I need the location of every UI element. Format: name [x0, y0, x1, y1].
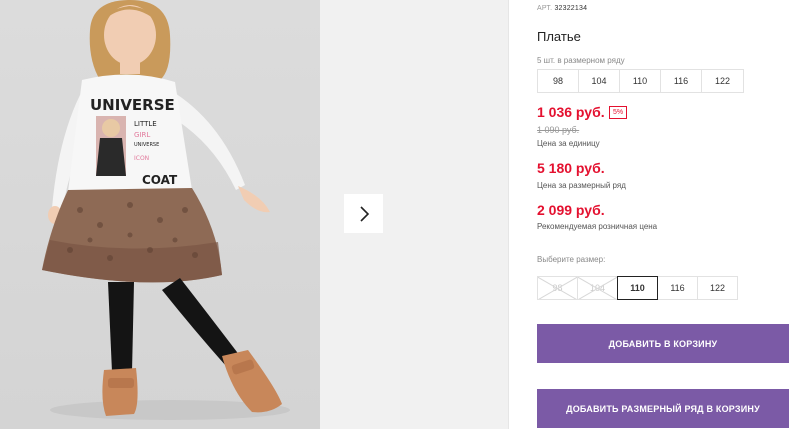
size-option-116[interactable]: 116: [657, 276, 698, 300]
discount-badge: 5%: [609, 106, 628, 119]
print-text-coat: COAT: [142, 173, 178, 187]
article-label: АРТ.: [537, 5, 553, 12]
retail-price: 2 099 руб.: [537, 202, 605, 218]
article-value: 32322134: [554, 5, 588, 12]
unit-price-label: Цена за единицу: [537, 139, 600, 148]
girl-in-dress-illustration: UNIVERSE LITTLE GIRL UNIVERSE ICON COAT: [42, 0, 290, 420]
choose-size-label: Выберите размер:: [537, 255, 606, 264]
print-text-icon: ICON: [134, 155, 149, 162]
size-row-grid: 98 104 110 116 122: [537, 69, 744, 93]
size-option-122[interactable]: 122: [697, 276, 738, 300]
add-size-row-to-cart-button[interactable]: ДОБАВИТЬ РАЗМЕРНЫЙ РЯД В КОРЗИНУ: [537, 389, 789, 428]
size-row-cell: 104: [579, 70, 620, 92]
size-row-note: 5 шт. в размерном ряду: [537, 56, 625, 65]
row-price: 5 180 руб.: [537, 160, 605, 176]
size-option-110[interactable]: 110: [617, 276, 658, 300]
product-info-panel: АРТ. 32322134 Платье 5 шт. в размерном р…: [537, 0, 792, 429]
size-option-104: 104: [577, 276, 618, 300]
size-row-cell: 116: [661, 70, 702, 92]
size-row-cell: 110: [620, 70, 661, 92]
gallery-next-button[interactable]: [344, 194, 383, 233]
unit-price: 1 036 руб.: [537, 104, 605, 120]
print-text-universe: UNIVERSE: [90, 96, 175, 114]
add-to-cart-button[interactable]: ДОБАВИТЬ В КОРЗИНУ: [537, 324, 789, 363]
article-number: АРТ. 32322134: [537, 5, 587, 12]
product-title: Платье: [537, 29, 581, 44]
print-text-girl: GIRL: [134, 131, 150, 139]
product-photo-main[interactable]: UNIVERSE LITTLE GIRL UNIVERSE ICON COAT: [0, 0, 320, 429]
panel-divider: [508, 0, 509, 429]
print-text-universe-small: UNIVERSE: [134, 142, 159, 148]
size-row-cell: 98: [538, 70, 579, 92]
old-price: 1 090 руб.: [537, 125, 580, 135]
chevron-right-icon: [359, 205, 369, 222]
retail-price-label: Рекомендуемая розничная цена: [537, 222, 658, 231]
print-text-little: LITTLE: [134, 120, 157, 128]
product-gallery: UNIVERSE LITTLE GIRL UNIVERSE ICON COAT: [0, 0, 508, 429]
size-selector: 98 104 110 116 122: [537, 276, 738, 300]
row-price-label: Цена за размерный ряд: [537, 181, 626, 190]
size-option-98: 98: [537, 276, 578, 300]
size-row-cell: 122: [714, 76, 731, 86]
